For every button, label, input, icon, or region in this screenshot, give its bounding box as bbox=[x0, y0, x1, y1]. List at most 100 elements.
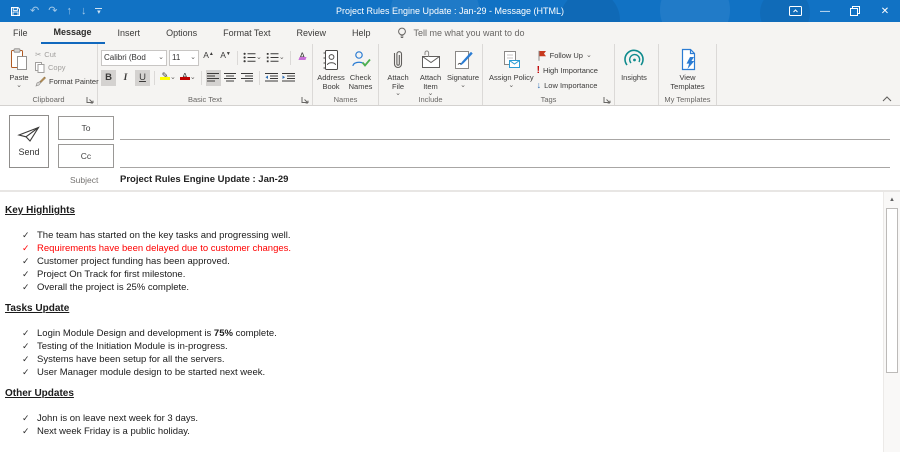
check-names-icon bbox=[351, 48, 371, 72]
insights-button[interactable]: Insights bbox=[618, 47, 650, 84]
group-label-clipboard: Clipboard bbox=[0, 94, 97, 105]
follow-up-button[interactable]: Follow Up ⌄ bbox=[537, 50, 598, 61]
scrollbar-thumb[interactable] bbox=[886, 208, 898, 373]
numbering-icon bbox=[266, 52, 279, 63]
bullets-icon bbox=[243, 52, 256, 63]
font-name-select[interactable]: Calibri (Bod⌄ bbox=[101, 50, 167, 66]
customize-quick-access-icon[interactable]: ▾ bbox=[95, 8, 102, 15]
numbering-button[interactable]: ⌄ bbox=[265, 50, 286, 66]
section-key-highlights: Key Highlights ✓The team has started on … bbox=[5, 205, 883, 294]
format-painter-button[interactable]: Format Painter bbox=[35, 76, 99, 87]
bullets-button[interactable]: ⌄ bbox=[242, 50, 263, 66]
tab-file[interactable]: File bbox=[0, 22, 41, 44]
increase-indent-button[interactable] bbox=[281, 70, 296, 86]
title-bar: ↶ ↷ ↑ ↓ ▾ Project Rules Engine Update : … bbox=[0, 0, 900, 22]
minimize-icon[interactable]: — bbox=[810, 0, 840, 22]
ribbon: Paste ⌄ ✂ Cut Copy Format Painter Clipbo… bbox=[0, 44, 900, 106]
to-button[interactable]: To bbox=[58, 116, 114, 140]
group-names: Address Book Check Names Names bbox=[313, 44, 379, 105]
group-label-names: Names bbox=[313, 94, 378, 105]
copy-button[interactable]: Copy bbox=[35, 62, 99, 73]
align-left-button[interactable] bbox=[206, 70, 221, 86]
paste-dropdown-icon[interactable]: ⌄ bbox=[16, 83, 22, 89]
signature-icon bbox=[452, 48, 474, 72]
decrease-indent-button[interactable] bbox=[264, 70, 279, 86]
view-templates-button[interactable]: View Templates bbox=[662, 47, 713, 92]
format-painter-icon bbox=[35, 76, 46, 87]
tab-message[interactable]: Message bbox=[41, 22, 105, 44]
send-button[interactable]: Send bbox=[9, 115, 49, 168]
section-heading: Key Highlights bbox=[5, 205, 883, 216]
tab-review[interactable]: Review bbox=[283, 22, 339, 44]
collapse-ribbon-icon[interactable] bbox=[882, 96, 892, 102]
assign-policy-button[interactable]: Assign Policy ⌄ bbox=[486, 47, 537, 90]
ribbon-display-options-icon[interactable] bbox=[780, 0, 810, 22]
group-label-include: Include bbox=[379, 94, 482, 105]
tab-help[interactable]: Help bbox=[339, 22, 384, 44]
group-label-tags: Tags bbox=[483, 94, 614, 105]
redo-icon[interactable]: ↷ bbox=[48, 6, 57, 17]
font-size-select[interactable]: 11⌄ bbox=[169, 50, 199, 66]
list-item: ✓The team has started on the key tasks a… bbox=[5, 229, 883, 242]
quick-access-toolbar: ↶ ↷ ↑ ↓ ▾ bbox=[10, 6, 102, 17]
align-right-button[interactable] bbox=[240, 70, 255, 86]
text-highlight-button[interactable]: ✎ ⌄ bbox=[159, 70, 177, 86]
check-names-button[interactable]: Check Names bbox=[346, 47, 375, 92]
subject-label: Subject bbox=[70, 175, 98, 185]
clear-formatting-button[interactable]: A bbox=[295, 50, 310, 66]
send-plane-icon bbox=[17, 126, 41, 143]
high-importance-button[interactable]: ! High Importance bbox=[537, 65, 598, 76]
cut-button[interactable]: ✂ Cut bbox=[35, 50, 99, 59]
underline-button[interactable]: U bbox=[135, 70, 150, 86]
scroll-up-icon[interactable]: ▲ bbox=[884, 192, 900, 207]
chevron-down-icon: ⌄ bbox=[190, 55, 196, 61]
undo-icon[interactable]: ↶ bbox=[30, 6, 39, 17]
to-field[interactable] bbox=[120, 116, 890, 140]
section-tasks-update: Tasks Update ✓Login Module Design and de… bbox=[5, 303, 883, 379]
italic-button[interactable]: I bbox=[118, 70, 133, 86]
basic-text-dialog-launcher-icon[interactable] bbox=[301, 96, 309, 104]
checkmark-icon: ✓ bbox=[22, 327, 37, 340]
next-item-icon[interactable]: ↓ bbox=[81, 6, 87, 17]
attach-item-envelope-icon bbox=[420, 48, 442, 72]
tell-me-box[interactable]: Tell me what you want to do bbox=[397, 22, 524, 44]
font-color-button[interactable]: A ⌄ bbox=[179, 70, 197, 86]
attach-item-button[interactable]: Attach Item ⌄ bbox=[414, 47, 447, 98]
lightbulb-icon bbox=[397, 27, 407, 40]
align-center-button[interactable] bbox=[223, 70, 238, 86]
subject-field[interactable]: Project Rules Engine Update : Jan-29 bbox=[120, 174, 288, 185]
close-icon[interactable]: ✕ bbox=[870, 0, 900, 22]
group-basic-text: Calibri (Bod⌄ 11⌄ A▲ A▼ ⌄ ⌄ bbox=[98, 44, 313, 105]
restore-icon[interactable] bbox=[840, 0, 870, 22]
checkmark-icon: ✓ bbox=[22, 242, 37, 255]
bold-button[interactable]: B bbox=[101, 70, 116, 86]
attach-file-button[interactable]: Attach File ⌄ bbox=[382, 47, 414, 98]
paste-button[interactable]: Paste ⌄ bbox=[3, 47, 35, 90]
high-importance-icon: ! bbox=[537, 65, 540, 76]
section-heading: Tasks Update bbox=[5, 303, 883, 314]
list-item: ✓Systems have been setup for all the ser… bbox=[5, 353, 883, 366]
tab-options[interactable]: Options bbox=[153, 22, 210, 44]
list-item: ✓Login Module Design and development is … bbox=[5, 327, 883, 340]
grow-font-button[interactable]: A▲ bbox=[201, 50, 216, 66]
shrink-font-button[interactable]: A▼ bbox=[218, 50, 233, 66]
copy-icon bbox=[35, 62, 45, 73]
group-clipboard: Paste ⌄ ✂ Cut Copy Format Painter Clipbo… bbox=[0, 44, 98, 105]
ribbon-spacer bbox=[717, 44, 900, 105]
insights-icon bbox=[622, 48, 646, 72]
cc-field[interactable] bbox=[120, 144, 890, 168]
checkmark-icon: ✓ bbox=[22, 268, 37, 281]
tab-format-text[interactable]: Format Text bbox=[210, 22, 283, 44]
save-icon[interactable] bbox=[10, 6, 21, 17]
view-templates-icon bbox=[678, 48, 698, 72]
address-book-button[interactable]: Address Book bbox=[316, 47, 346, 92]
clipboard-dialog-launcher-icon[interactable] bbox=[86, 96, 94, 104]
tags-dialog-launcher-icon[interactable] bbox=[603, 96, 611, 104]
vertical-scrollbar[interactable]: ▲ bbox=[883, 192, 900, 452]
signature-button[interactable]: Signature ⌄ bbox=[447, 47, 479, 90]
low-importance-button[interactable]: ↓ Low Importance bbox=[537, 80, 598, 90]
cc-button[interactable]: Cc bbox=[58, 144, 114, 168]
previous-item-icon[interactable]: ↑ bbox=[66, 6, 72, 17]
message-body-editor[interactable]: Key Highlights ✓The team has started on … bbox=[0, 192, 883, 452]
tab-insert[interactable]: Insert bbox=[105, 22, 154, 44]
